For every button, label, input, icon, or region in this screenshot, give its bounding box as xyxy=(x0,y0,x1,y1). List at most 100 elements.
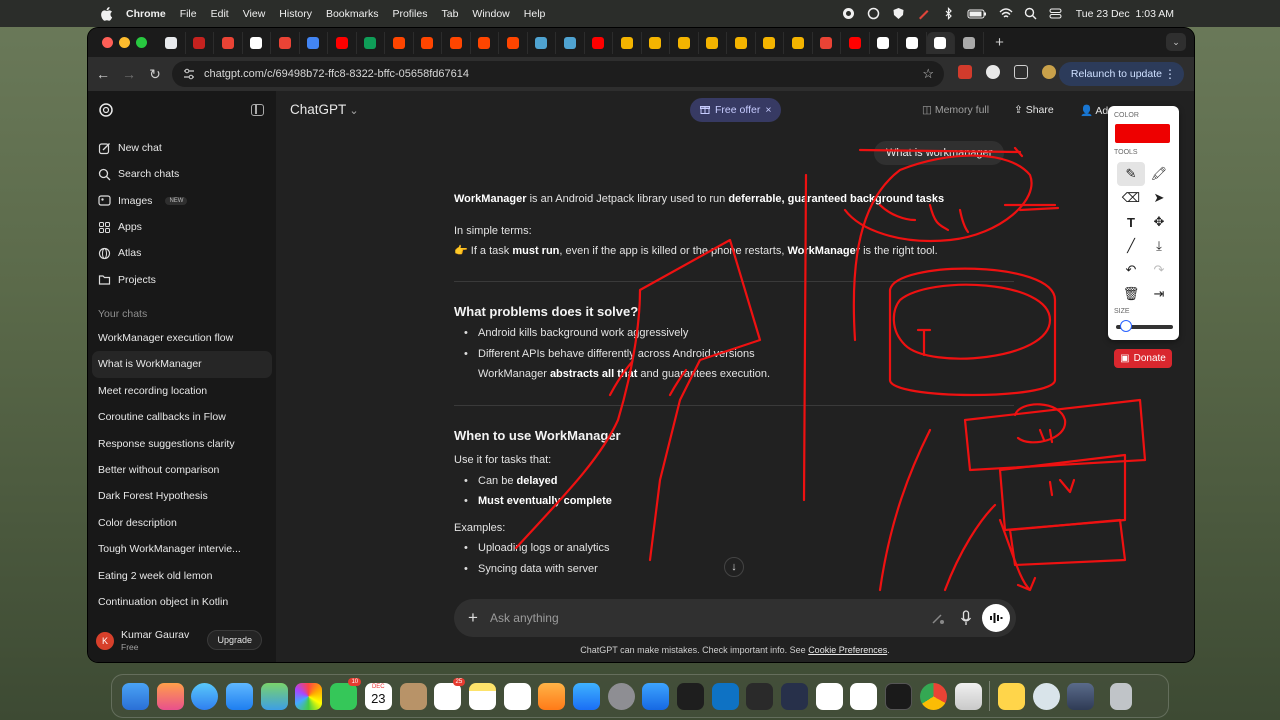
browser-tab[interactable] xyxy=(471,31,499,54)
extensions-puzzle-icon[interactable] xyxy=(1014,65,1028,79)
chat-item[interactable]: Continuation object in Kotlin xyxy=(92,589,272,615)
free-offer-pill[interactable]: Free offer × xyxy=(690,98,782,122)
reload-button[interactable]: ↻ xyxy=(142,66,168,83)
menu-edit[interactable]: Edit xyxy=(211,8,229,20)
chat-item[interactable]: Color description xyxy=(92,510,272,536)
facetime-icon[interactable]: 10 xyxy=(330,677,362,710)
download-icon[interactable]: ⤓ xyxy=(1145,234,1173,258)
sidebar-item-images[interactable]: Images NEW xyxy=(98,188,268,214)
screenshot-icon[interactable] xyxy=(1067,682,1095,710)
zoom-window-button[interactable] xyxy=(136,37,147,48)
trash-icon[interactable] xyxy=(1109,682,1132,710)
voice-mode-button[interactable] xyxy=(982,604,1010,632)
browser-tab[interactable] xyxy=(556,31,585,54)
site-info-icon[interactable] xyxy=(182,67,196,81)
xcode-icon[interactable] xyxy=(642,682,670,710)
menu-bookmarks[interactable]: Bookmarks xyxy=(326,8,379,20)
maps-icon[interactable] xyxy=(260,682,288,710)
accessibility-icon[interactable] xyxy=(815,682,843,710)
contacts-icon[interactable] xyxy=(399,682,427,710)
quicktime-icon[interactable] xyxy=(1032,682,1060,710)
system-settings-icon[interactable] xyxy=(607,682,635,710)
pencil-icon[interactable]: ✎ xyxy=(1117,162,1145,186)
vscode-icon[interactable] xyxy=(711,682,739,710)
tab-search-button[interactable]: ⌄ xyxy=(1166,33,1186,51)
text-tool-icon[interactable]: T xyxy=(1117,210,1145,234)
address-bar[interactable]: chatgpt.com/c/69498b72-ffc8-8322-bffc-05… xyxy=(172,61,944,87)
chat-item[interactable]: Meet recording location xyxy=(92,378,272,404)
add-people-button[interactable]: 👤 Ad xyxy=(1080,104,1108,117)
browser-tab[interactable] xyxy=(271,31,300,54)
notes-icon[interactable] xyxy=(468,682,496,710)
sidebar-item-new-chat[interactable]: New chat xyxy=(98,135,268,161)
record-icon[interactable] xyxy=(842,7,855,20)
menu-view[interactable]: View xyxy=(243,8,266,20)
browser-tab[interactable] xyxy=(613,31,642,54)
chat-item-active[interactable]: What is WorkManager xyxy=(92,351,272,378)
browser-tab[interactable] xyxy=(585,31,613,54)
finder-icon[interactable] xyxy=(122,682,149,710)
microphone-icon[interactable] xyxy=(960,610,972,629)
composer[interactable]: + Ask anything xyxy=(454,599,1016,637)
browser-tab[interactable] xyxy=(414,31,442,54)
sidebar-item-atlas[interactable]: Atlas xyxy=(98,240,268,266)
sidebar-item-apps[interactable]: Apps xyxy=(98,214,268,240)
donate-button[interactable]: ▣ Donate xyxy=(1114,349,1172,368)
mail-icon[interactable] xyxy=(226,682,254,710)
chat-item[interactable]: WorkManager execution flow xyxy=(92,325,272,351)
figma-icon[interactable] xyxy=(677,682,704,710)
forward-button[interactable]: → xyxy=(116,66,142,82)
safari-icon[interactable] xyxy=(191,682,219,710)
browser-tab[interactable] xyxy=(186,31,214,54)
url-text[interactable]: chatgpt.com/c/69498b72-ffc8-8322-bffc-05… xyxy=(204,68,469,80)
line-icon[interactable]: ╱ xyxy=(1117,234,1145,258)
scroll-to-bottom-button[interactable]: ↓ xyxy=(724,557,744,577)
browser-tab[interactable] xyxy=(157,31,186,54)
browser-tab[interactable] xyxy=(214,31,243,54)
browser-tab[interactable] xyxy=(756,31,784,54)
cursor-icon[interactable]: ➤ xyxy=(1145,186,1173,210)
back-button[interactable]: ← xyxy=(90,66,116,82)
bookmark-star-icon[interactable]: ☆ xyxy=(922,66,934,82)
browser-tab[interactable] xyxy=(385,31,414,54)
iphone-mirroring-icon[interactable] xyxy=(954,682,982,710)
clock[interactable]: Tue 23 Dec 1:03 AM xyxy=(1076,8,1174,20)
browser-tab[interactable] xyxy=(328,31,357,54)
chat-item[interactable]: Eating 2 week old lemon xyxy=(92,563,272,589)
chat-item[interactable]: Coroutine callbacks in Flow xyxy=(92,404,272,430)
relaunch-to-update-button[interactable]: Relaunch to update xyxy=(1058,62,1184,86)
exit-icon[interactable]: ⇥ xyxy=(1145,282,1173,306)
browser-tab[interactable] xyxy=(955,31,984,54)
cookie-preferences-link[interactable]: Cookie Preferences xyxy=(808,645,887,655)
new-tab-button[interactable]: + xyxy=(990,34,1010,51)
menu-profiles[interactable]: Profiles xyxy=(392,8,427,20)
wifi-icon[interactable] xyxy=(999,7,1013,20)
close-icon[interactable]: × xyxy=(765,104,771,116)
marker-icon[interactable]: 🖍 xyxy=(1145,162,1173,186)
eraser-icon[interactable]: ⌫ xyxy=(1117,186,1145,210)
chat-item[interactable]: Tough WorkManager intervie... xyxy=(92,536,272,562)
size-slider-knob[interactable] xyxy=(1119,320,1132,332)
memory-full-indicator[interactable]: ◫ Memory full xyxy=(922,104,989,116)
menu-file[interactable]: File xyxy=(180,8,197,20)
menu-history[interactable]: History xyxy=(279,8,312,20)
share-button[interactable]: ⇪ Share xyxy=(1014,104,1054,116)
menu-app-name[interactable]: Chrome xyxy=(126,8,166,20)
menu-window[interactable]: Window xyxy=(472,8,509,20)
freeform-icon[interactable] xyxy=(503,682,531,710)
browser-tab[interactable] xyxy=(357,31,385,54)
color-swatch[interactable] xyxy=(1115,124,1170,143)
avatar[interactable]: K xyxy=(96,631,114,650)
extension-circle-icon[interactable] xyxy=(986,65,1000,79)
calendar-icon[interactable]: DEC 23 xyxy=(364,682,392,710)
profile-avatar-icon[interactable] xyxy=(1042,65,1056,79)
browser-tab[interactable] xyxy=(243,31,271,54)
sync-icon[interactable] xyxy=(867,7,880,20)
launchpad-icon[interactable] xyxy=(156,682,184,710)
chat-item[interactable]: Dark Forest Hypothesis xyxy=(92,483,272,509)
browser-tab[interactable] xyxy=(926,31,955,54)
unity-icon[interactable] xyxy=(746,682,774,710)
sidebar-item-search-chats[interactable]: Search chats xyxy=(98,161,268,187)
browser-tab[interactable] xyxy=(499,31,528,54)
user-profile[interactable]: K Kumar Gaurav Free Upgrade xyxy=(88,619,276,662)
